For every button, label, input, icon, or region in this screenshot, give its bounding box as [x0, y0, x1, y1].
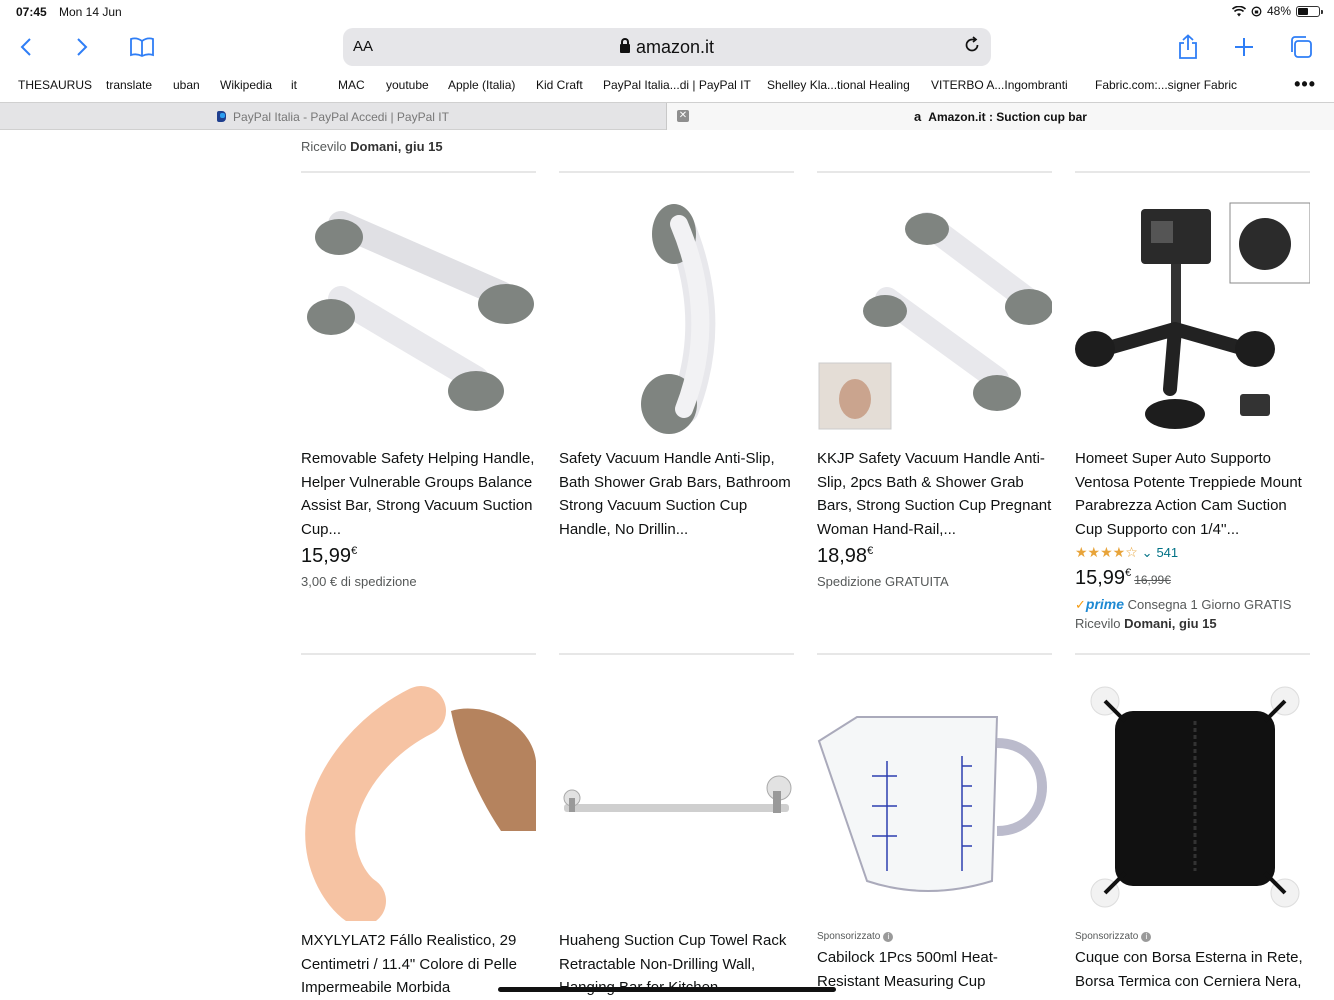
product-image[interactable] [559, 199, 794, 439]
new-tab-icon [1235, 38, 1253, 56]
tab-paypal[interactable]: PayPal Italia - PayPal Accedi | PayPal I… [0, 103, 667, 130]
back-icon [20, 38, 31, 56]
tabs-overview-button[interactable] [1284, 30, 1318, 64]
reload-button[interactable] [963, 36, 981, 60]
product-title[interactable]: Removable Safety Helping Handle, Helper … [301, 447, 536, 541]
info-icon[interactable]: i [883, 932, 894, 942]
product-image[interactable] [559, 681, 794, 921]
divider [301, 653, 536, 655]
bookmark-item[interactable]: Apple (Italia) [448, 78, 515, 92]
domain-text: amazon.it [635, 37, 715, 57]
product-card[interactable]: Huaheng Suction Cup Towel Rack Retractab… [559, 681, 794, 1000]
bookmark-item[interactable]: THESAURUS [18, 78, 92, 92]
paypal-favicon-icon [217, 111, 227, 122]
bookmark-item[interactable]: Fabric.com:...signer Fabric [1095, 78, 1237, 92]
product-image[interactable] [1075, 681, 1310, 921]
tab-bar: PayPal Italia - PayPal Accedi | PayPal I… [0, 102, 1334, 130]
new-tab-button[interactable] [1227, 30, 1261, 64]
tabs-overview-icon [1291, 36, 1312, 58]
bookmarks-icon [130, 37, 154, 57]
old-price: 16,99€ [1134, 573, 1171, 587]
product-title[interactable]: Cabilock 1Pcs 500ml Heat-Resistant Measu… [817, 946, 1052, 993]
bookmarks-button[interactable] [125, 30, 159, 64]
delivery-text: Ricevilo Domani, giu 15 [1075, 616, 1217, 631]
amazon-favicon-icon: a [914, 109, 922, 124]
bookmark-item[interactable]: youtube [386, 78, 429, 92]
divider [559, 653, 794, 655]
product-price: 15,99€ [301, 545, 358, 567]
wifi-icon [1231, 5, 1246, 16]
address-bar[interactable]: AA amazon.it [343, 28, 991, 66]
tab-title: PayPal Italia - PayPal Accedi | PayPal I… [233, 109, 449, 124]
home-indicator[interactable] [498, 987, 836, 992]
rating-stars[interactable]: ★★★★☆ ⌄ 541 [1075, 544, 1310, 561]
address-domain: amazon.it [343, 37, 991, 58]
divider [301, 171, 536, 173]
browser-toolbar: AA amazon.it [0, 22, 1334, 72]
rating-chevron-icon: ⌄ [1141, 545, 1153, 560]
bookmark-item[interactable]: PayPal Italia...di | PayPal IT [603, 78, 751, 92]
divider [817, 653, 1052, 655]
battery-icon [1296, 5, 1323, 17]
product-card[interactable]: KKJP Safety Vacuum Handle Anti-Slip, 2pc… [817, 199, 1053, 589]
status-right: 48% [1231, 4, 1323, 18]
product-image[interactable] [301, 681, 536, 926]
status-bar: 07:45 Mon 14 Jun 48% [0, 0, 1334, 22]
orientation-lock-icon [1251, 6, 1262, 16]
product-image[interactable] [817, 681, 1052, 921]
more-bookmarks-button[interactable]: ••• [1294, 74, 1316, 95]
bookmark-item[interactable]: Shelley Kla...tional Healing [767, 78, 910, 92]
product-card[interactable]: Safety Vacuum Handle Anti-Slip, Bath Sho… [559, 199, 794, 541]
share-button[interactable] [1171, 30, 1205, 64]
bookmark-item[interactable]: Wikipedia [220, 78, 272, 92]
divider [1075, 653, 1310, 655]
review-count: 541 [1156, 545, 1179, 560]
prime-check-icon: ✓ [1075, 597, 1086, 612]
bookmarks-bar: THESAURUS translate uban Wikipedia it MA… [0, 74, 1334, 96]
sponsored-label: Sponsorizzato i [1075, 931, 1310, 942]
sponsored-label: Sponsorizzato i [817, 931, 1052, 942]
tab-amazon[interactable]: ✕ a Amazon.it : Suction cup bar [667, 103, 1334, 130]
product-price: 15,99€ 16,99€ [1075, 567, 1171, 589]
bookmark-item[interactable]: MAC [338, 78, 365, 92]
lock-icon [619, 38, 630, 53]
shipping-text: 3,00 € di spedizione [301, 574, 417, 589]
battery-percent: 48% [1266, 4, 1291, 18]
info-icon[interactable]: i [1141, 932, 1152, 942]
divider [559, 171, 794, 173]
product-card[interactable]: Sponsorizzato i Cabilock 1Pcs 500ml Heat-… [817, 681, 1052, 993]
back-button[interactable] [9, 30, 43, 64]
status-date: Mon 14 Jun [59, 5, 122, 19]
divider [817, 171, 1052, 173]
close-tab-icon[interactable]: ✕ [677, 110, 689, 122]
search-results: Ricevilo Domani, giu 15 Removable Safety… [0, 131, 1334, 1000]
previous-delivery-text: Ricevilo Domani, giu 15 [301, 139, 443, 154]
product-image[interactable] [817, 199, 1053, 439]
product-image[interactable] [1075, 199, 1311, 439]
bookmark-item[interactable]: Kid Craft [536, 78, 583, 92]
forward-icon [77, 38, 88, 56]
tab-title: Amazon.it : Suction cup bar [928, 109, 1087, 124]
divider [1075, 171, 1310, 173]
product-card[interactable]: Removable Safety Helping Handle, Helper … [301, 199, 536, 589]
product-card[interactable]: MXYLYLAT2 Fállo Realistico, 29 Centimetr… [301, 681, 536, 1000]
product-image[interactable] [301, 199, 536, 439]
prime-badge: ✓prime Consegna 1 Giorno GRATIS [1075, 596, 1292, 612]
product-title[interactable]: Safety Vacuum Handle Anti-Slip, Bath Sho… [559, 447, 794, 541]
forward-button[interactable] [65, 30, 99, 64]
product-card[interactable]: Homeet Super Auto Supporto Ventosa Poten… [1075, 199, 1311, 631]
product-price: 18,98€ [817, 545, 874, 567]
product-title[interactable]: Cuque con Borsa Esterna in Rete, Borsa T… [1075, 946, 1310, 993]
bookmark-item[interactable]: VITERBO A...Ingombranti [931, 78, 1068, 92]
bookmark-item[interactable]: translate [106, 78, 152, 92]
reload-icon [965, 36, 979, 52]
product-title[interactable]: KKJP Safety Vacuum Handle Anti-Slip, 2pc… [817, 447, 1052, 541]
share-icon [1179, 34, 1197, 59]
product-title[interactable]: Homeet Super Auto Supporto Ventosa Poten… [1075, 447, 1310, 541]
product-card[interactable]: Sponsorizzato i Cuque con Borsa Esterna i… [1075, 681, 1310, 993]
shipping-text: Spedizione GRATUITA [817, 574, 949, 589]
bookmark-item[interactable]: uban [173, 78, 200, 92]
status-time: 07:45 [16, 5, 47, 19]
bookmark-item[interactable]: it [291, 78, 297, 92]
